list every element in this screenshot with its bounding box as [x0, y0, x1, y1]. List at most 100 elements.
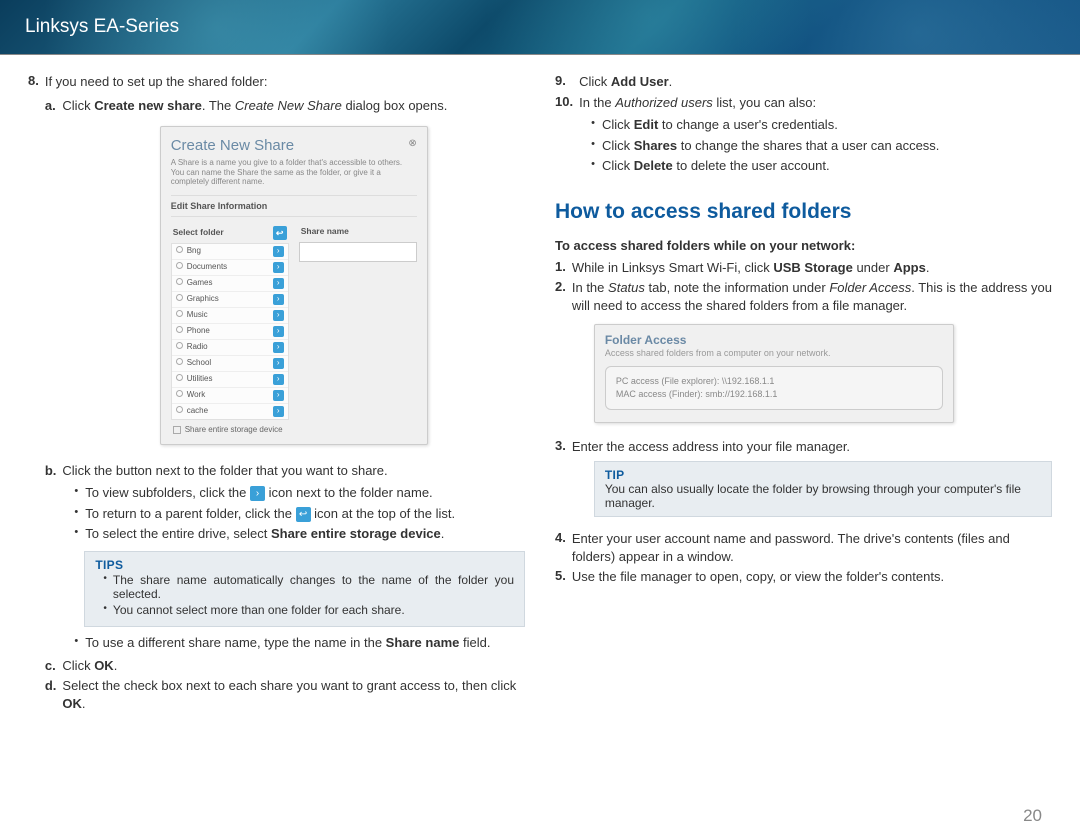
text: To select the entire drive, select: [85, 526, 271, 541]
text: To return to a parent folder, click the: [85, 506, 295, 521]
folder-row[interactable]: Music›: [172, 308, 288, 324]
text: .: [441, 526, 445, 541]
chevron-right-icon[interactable]: ›: [273, 326, 284, 337]
tips-box: TIPS The share name automatically change…: [84, 551, 525, 627]
tip-box: TIP You can also usually locate the fold…: [594, 461, 1052, 517]
folder-name: Graphics: [187, 294, 219, 303]
substep-letter: d.: [45, 677, 63, 715]
folder-row[interactable]: Work›: [172, 388, 288, 404]
bold: Delete: [634, 158, 673, 173]
list-item: To use a different share name, type the …: [62, 633, 525, 654]
chevron-right-icon[interactable]: ›: [273, 278, 284, 289]
text: .: [926, 260, 930, 275]
text: .: [82, 696, 86, 711]
text: Use the file manager to open, copy, or v…: [572, 569, 944, 584]
text: field.: [459, 635, 490, 650]
italic: Create New Share: [235, 98, 342, 113]
step-number: 2.: [555, 279, 572, 437]
text: icon at the top of the list.: [311, 506, 456, 521]
text: Click: [579, 74, 611, 89]
folder-pane: Select folder ↩ Bng› Documents› Games ›: [171, 223, 289, 436]
chevron-right-icon[interactable]: ›: [273, 406, 284, 417]
right-column: 9. Click Add User. 10. In the Authorized…: [555, 73, 1052, 718]
list-item: To select the entire drive, select Share…: [62, 524, 525, 545]
folder-row[interactable]: Radio ›: [172, 340, 288, 356]
step-number: 3.: [555, 438, 572, 531]
text: Click: [602, 117, 634, 132]
step-number: 8.: [28, 73, 45, 718]
step-number: 10.: [555, 94, 579, 180]
text: tab, note the information under: [645, 280, 829, 295]
folder-row[interactable]: cache ›: [172, 404, 288, 419]
list-item: Click Edit to change a user's credential…: [579, 115, 939, 136]
tip-heading: TIP: [605, 468, 1041, 482]
folder-row[interactable]: Bng›: [172, 244, 288, 260]
sharename-input[interactable]: [299, 242, 417, 262]
text: Enter the access address into your file …: [572, 439, 850, 454]
page-number: 20: [1023, 806, 1042, 826]
step-list-right: 9. Click Add User. 10. In the Authorized…: [555, 73, 939, 180]
folder-row[interactable]: School›: [172, 356, 288, 372]
dialog-section: Edit Share Information: [171, 195, 417, 217]
step-number: 9.: [555, 73, 579, 94]
folder-access-title: Folder Access: [605, 333, 943, 347]
folder-row[interactable]: Games ›: [172, 276, 288, 292]
folder-row[interactable]: Documents›: [172, 260, 288, 276]
share-entire-row[interactable]: Share entire storage device: [171, 420, 289, 436]
step-number: 5.: [555, 568, 572, 589]
chevron-right-icon[interactable]: ›: [273, 262, 284, 273]
folder-row[interactable]: Utilities ›: [172, 372, 288, 388]
text: Click: [62, 98, 94, 113]
text: to change a user's credentials.: [658, 117, 838, 132]
folder-name: Radio: [187, 342, 208, 351]
bold: USB Storage: [773, 260, 852, 275]
chevron-right-icon[interactable]: ›: [273, 246, 284, 257]
chevron-right-icon[interactable]: ›: [273, 310, 284, 321]
chevron-right-icon: ›: [250, 486, 265, 501]
text: Click: [62, 658, 94, 673]
substep-letter: b.: [45, 462, 63, 657]
list-item: Click Delete to delete the user account.: [579, 156, 939, 177]
text: Click: [602, 138, 634, 153]
folder-row[interactable]: Graphics ›: [172, 292, 288, 308]
text: .: [669, 74, 673, 89]
step-number: 1.: [555, 259, 572, 280]
dialog-desc: A Share is a name you give to a folder t…: [171, 158, 417, 187]
bold: Share name: [386, 635, 460, 650]
chevron-right-icon[interactable]: ›: [273, 374, 284, 385]
text: In the: [579, 95, 615, 110]
chevron-right-icon[interactable]: ›: [273, 390, 284, 401]
sharename-label: Share name: [299, 223, 417, 242]
step-number: 4.: [555, 530, 572, 568]
access-steps: 1. While in Linksys Smart Wi-Fi, click U…: [555, 259, 1052, 589]
text: Click: [602, 158, 634, 173]
folder-name: cache: [187, 406, 208, 415]
bold: Apps: [893, 260, 926, 275]
checkbox-icon[interactable]: [173, 426, 181, 434]
back-arrow-icon: ↩: [296, 507, 311, 522]
chevron-right-icon[interactable]: ›: [273, 358, 284, 369]
tip-text: You can also usually locate the folder b…: [605, 482, 1041, 510]
left-column: 8. If you need to set up the shared fold…: [28, 73, 525, 718]
text: icon next to the folder name.: [265, 485, 433, 500]
header-banner: Linksys EA-Series: [0, 0, 1080, 55]
chevron-right-icon[interactable]: ›: [273, 294, 284, 305]
folder-access-desc: Access shared folders from a computer on…: [605, 348, 943, 358]
italic: Authorized users: [615, 95, 713, 110]
header-title: Linksys EA-Series: [25, 16, 179, 38]
folder-list: Bng› Documents› Games› Graphics› Music› …: [171, 243, 289, 420]
folder-row[interactable]: Phone›: [172, 324, 288, 340]
step8-sublist: a. Click Create new share. The Create Ne…: [45, 97, 525, 716]
folder-name: Utilities: [187, 374, 213, 383]
close-icon[interactable]: ⊗: [408, 137, 416, 151]
text: to delete the user account.: [673, 158, 830, 173]
select-folder-label: Select folder: [173, 227, 224, 238]
bold: Create new share: [94, 98, 202, 113]
list-item: To view subfolders, click the › icon nex…: [62, 483, 525, 504]
bold: Shares: [634, 138, 677, 153]
text: To view subfolders, click the: [85, 485, 250, 500]
back-arrow-icon[interactable]: ↩: [273, 226, 287, 240]
bold: Share entire storage device: [271, 526, 441, 541]
chevron-right-icon[interactable]: ›: [273, 342, 284, 353]
folder-name: Games: [187, 278, 213, 287]
